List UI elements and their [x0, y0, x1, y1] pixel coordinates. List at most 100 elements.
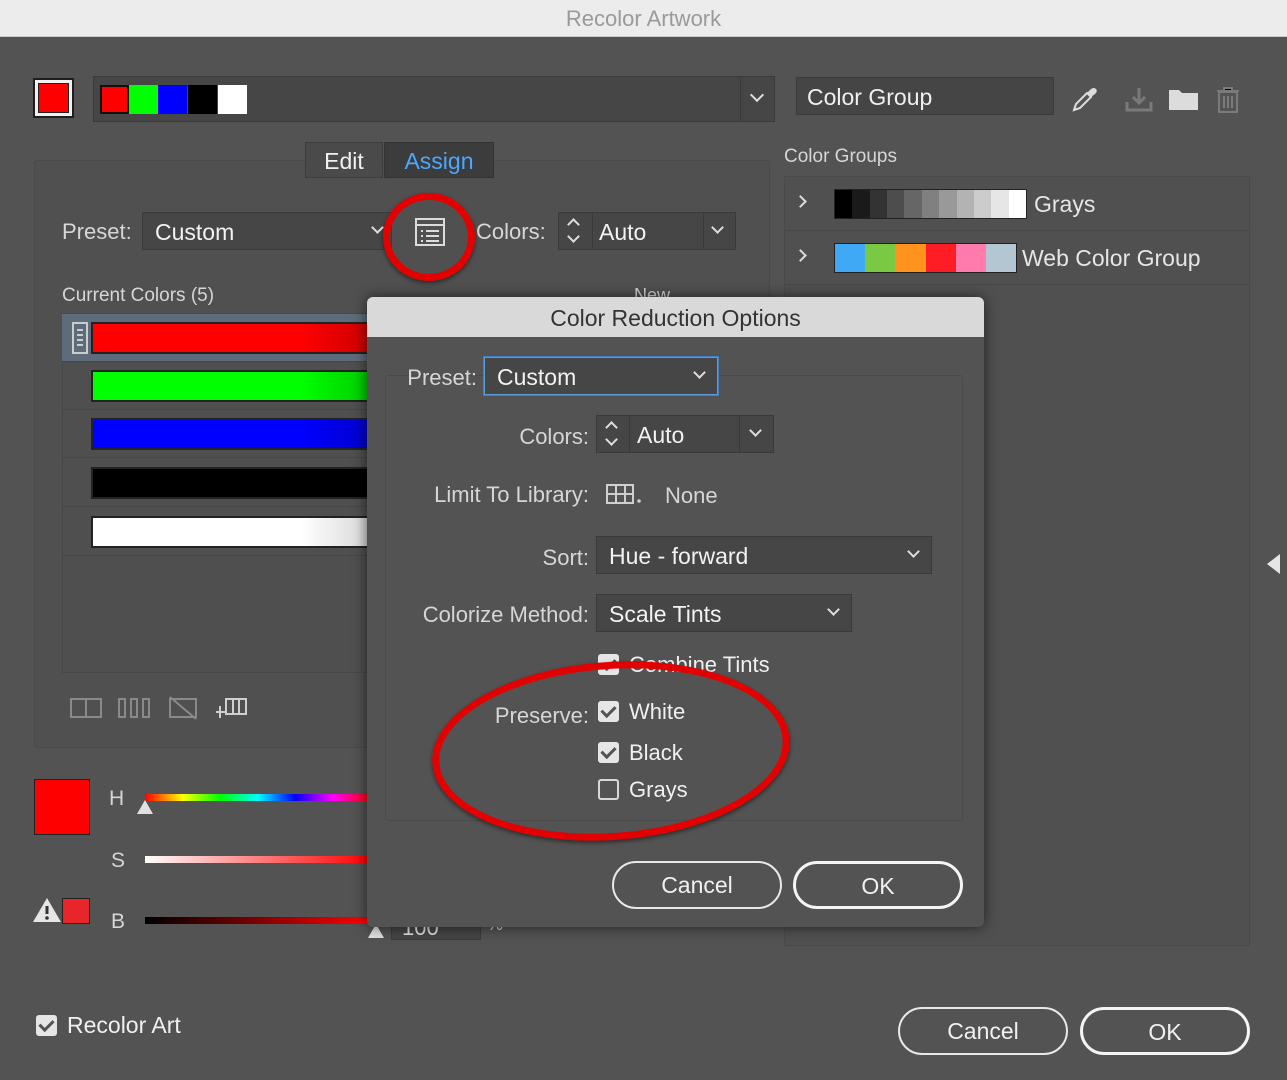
gray-swatch [921, 190, 940, 218]
color-row[interactable] [62, 508, 372, 556]
group-swatch-black[interactable] [188, 85, 217, 114]
gray-swatch [1008, 190, 1026, 218]
library-icon[interactable] [606, 483, 642, 507]
stepper-down-icon[interactable] [605, 433, 618, 446]
brightness-slider[interactable] [145, 917, 370, 924]
color-row[interactable] [62, 362, 372, 410]
tab-assign[interactable]: Assign [384, 142, 494, 178]
chevron-right-icon[interactable] [794, 195, 807, 208]
group-swatch-blue[interactable] [158, 85, 187, 114]
chevron-right-icon[interactable] [794, 249, 807, 262]
chevron-down-icon [827, 603, 840, 616]
folder-icon[interactable] [1168, 86, 1200, 112]
stepper-up-icon[interactable] [567, 218, 580, 231]
preset-select[interactable]: Custom [142, 212, 392, 250]
gray-swatch [852, 190, 870, 218]
grays-swatches [834, 189, 1027, 219]
sort-label: Sort: [542, 545, 589, 570]
chevron-down-icon [693, 366, 706, 379]
sort-select[interactable]: Hue - forward [596, 536, 932, 574]
color-group-name-field[interactable]: Color Group [796, 77, 1054, 115]
color-reduction-options-dialog: Color Reduction Options Preset: Custom C… [367, 297, 984, 927]
group-swatch-red[interactable] [100, 85, 129, 114]
color-bar-green [91, 370, 372, 402]
gray-swatch [904, 190, 922, 218]
colorize-method-select[interactable]: Scale Tints [596, 594, 852, 632]
color-row[interactable] [62, 410, 372, 458]
merge-colors-icon[interactable] [70, 698, 102, 718]
dialog-preset-label: Preset: [407, 365, 477, 390]
chevron-down-icon [749, 87, 765, 103]
color-row[interactable] [62, 459, 372, 507]
limit-to-library-label: Limit To Library: [434, 482, 589, 507]
dialog-colors-stepper[interactable]: Auto [596, 415, 774, 453]
color-row[interactable] [62, 314, 372, 362]
hue-slider-thumb[interactable] [137, 800, 153, 814]
exclude-colors-icon[interactable] [168, 696, 198, 720]
group-swatch-white[interactable] [218, 85, 247, 114]
web-color-swatches [834, 243, 1017, 273]
web-color-swatch [895, 244, 926, 272]
color-bar-red [91, 322, 372, 354]
save-to-swatches-icon[interactable] [1124, 86, 1154, 114]
gray-swatch [956, 190, 974, 218]
colors-label: Colors: [476, 219, 546, 244]
annotation-circle-options-button [383, 193, 475, 281]
trash-icon[interactable] [1216, 86, 1240, 114]
web-color-swatch [985, 244, 1017, 272]
dialog-preset-value: Custom [497, 364, 577, 390]
gray-swatch [991, 190, 1009, 218]
eyedropper-icon[interactable] [1070, 84, 1100, 114]
color-bar-dropdown[interactable] [740, 77, 774, 121]
color-bar-black [91, 467, 372, 499]
color-group-bar[interactable] [93, 76, 775, 122]
color-groups-heading: Color Groups [784, 146, 897, 167]
web-color-swatch [865, 244, 896, 272]
gray-swatch [835, 190, 853, 218]
warning-icon[interactable] [32, 896, 62, 924]
collapse-arrow-icon[interactable] [1267, 554, 1280, 574]
dialog-preset-select[interactable]: Custom [484, 357, 718, 395]
color-bar-white [91, 516, 372, 548]
row-grip-icon[interactable] [72, 322, 88, 354]
saturation-slider[interactable] [145, 856, 370, 863]
dialog-colors-value: Auto [637, 422, 685, 448]
colorize-method-value: Scale Tints [609, 601, 722, 627]
selected-color-swatch[interactable] [34, 779, 90, 835]
gray-swatch [887, 190, 905, 218]
recolor-art-checkbox[interactable] [36, 1015, 57, 1036]
in-gamut-color-chip[interactable] [62, 898, 90, 924]
colors-stepper[interactable]: Auto [558, 212, 736, 250]
h-label: H [109, 787, 125, 810]
gray-swatch [973, 190, 992, 218]
cancel-button[interactable]: Cancel [898, 1007, 1068, 1055]
colorize-method-label: Colorize Method: [422, 602, 589, 627]
chevron-down-icon [371, 221, 384, 234]
tab-edit[interactable]: Edit [305, 142, 383, 178]
dialog-ok-button[interactable]: OK [793, 861, 963, 909]
dialog-title: Color Reduction Options [367, 297, 984, 337]
ok-button[interactable]: OK [1080, 1007, 1250, 1055]
color-group-name: Web Color Group [1022, 245, 1201, 271]
preset-label: Preset: [62, 219, 132, 244]
color-bar-blue [91, 418, 372, 450]
sort-value: Hue - forward [609, 543, 749, 569]
group-swatch-green[interactable] [129, 85, 158, 114]
gray-swatch [939, 190, 957, 218]
separate-colors-icon[interactable] [118, 698, 152, 718]
active-color-swatch[interactable] [33, 78, 74, 118]
dialog-cancel-button[interactable]: Cancel [612, 861, 782, 909]
hue-slider[interactable] [145, 794, 370, 801]
dialog-colors-label: Colors: [519, 424, 589, 449]
chevron-down-icon [907, 545, 920, 558]
color-group-row[interactable]: Grays [784, 177, 1250, 231]
window-title: Recolor Artwork [0, 0, 1287, 37]
color-group-row[interactable]: Web Color Group [784, 231, 1250, 285]
web-color-swatch [925, 244, 956, 272]
color-group-name: Grays [1034, 191, 1096, 217]
stepper-down-icon[interactable] [567, 230, 580, 243]
current-colors-label: Current Colors (5) [62, 285, 215, 306]
stepper-up-icon[interactable] [605, 421, 618, 434]
new-row-icon[interactable] [214, 696, 248, 720]
colors-value: Auto [599, 219, 647, 245]
